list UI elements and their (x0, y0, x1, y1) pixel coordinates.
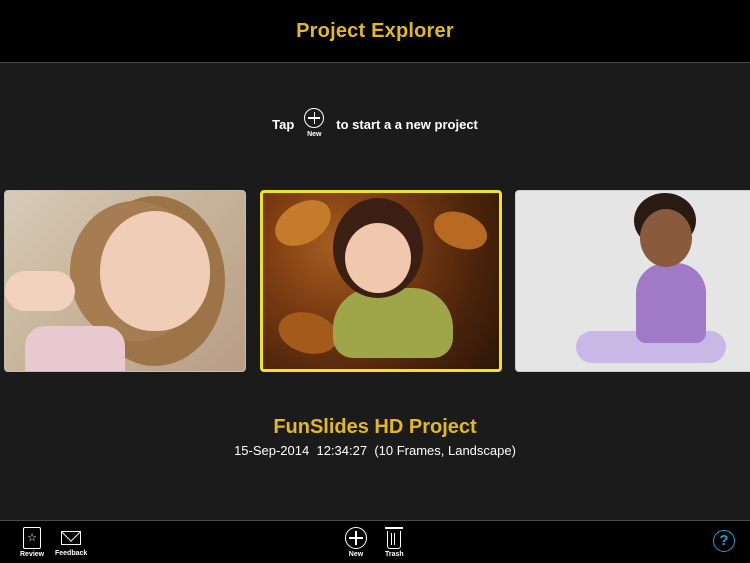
trash-icon (385, 527, 404, 549)
new-button[interactable]: New (345, 527, 367, 558)
photo-leaf (428, 204, 493, 257)
photo-face (640, 209, 692, 267)
new-icon (345, 527, 367, 549)
project-thumbnail-selected[interactable] (260, 190, 502, 372)
project-thumbnail-right[interactable] (515, 190, 750, 372)
project-info: FunSlides HD Project 15-Sep-2014 12:34:2… (0, 416, 750, 458)
feedback-icon (61, 531, 82, 545)
project-carousel[interactable] (0, 190, 750, 374)
top-bar: Project Explorer (0, 0, 750, 63)
project-details: (10 Frames, Landscape) (374, 443, 516, 458)
hint-new-caption: New (307, 131, 322, 138)
photo-body (636, 263, 706, 343)
hint-new-button[interactable]: New (304, 108, 325, 138)
photo-leaf (267, 193, 339, 256)
help-icon[interactable]: ? (713, 530, 735, 552)
new-project-hint: Tap New to start a a new project (0, 108, 750, 144)
review-icon: ☆ (23, 527, 42, 549)
project-date: 15-Sep-2014 (234, 443, 310, 458)
review-label: Review (20, 551, 45, 558)
bottom-toolbar: ☆ Review Feedback New Trash ? (0, 520, 750, 563)
hint-suffix: to start a a new project (336, 117, 478, 132)
photo-face (100, 211, 210, 331)
feedback-label: Feedback (55, 550, 88, 557)
page-title: Project Explorer (296, 19, 454, 42)
photo-body (333, 288, 453, 358)
project-thumbnail-left[interactable] (4, 190, 246, 372)
photo-arm (5, 271, 75, 311)
project-time: 12:34:27 (316, 443, 368, 458)
review-button[interactable]: ☆ Review (20, 527, 44, 558)
photo-dress (25, 326, 125, 371)
photo-leaf (273, 305, 343, 361)
hint-prefix: Tap (272, 117, 295, 132)
project-name: FunSlides HD Project (273, 416, 477, 438)
photo-face (345, 223, 411, 293)
feedback-button[interactable]: Feedback (55, 527, 87, 557)
trash-label: Trash (385, 551, 404, 558)
project-meta: 15-Sep-2014 12:34:27 (10 Frames, Landsca… (0, 443, 750, 458)
new-label: New (348, 551, 364, 558)
project-explorer-screen: Project Explorer Tap New to start a a ne… (0, 0, 750, 563)
plus-circle-icon (304, 108, 325, 128)
trash-button[interactable]: Trash (385, 527, 404, 558)
